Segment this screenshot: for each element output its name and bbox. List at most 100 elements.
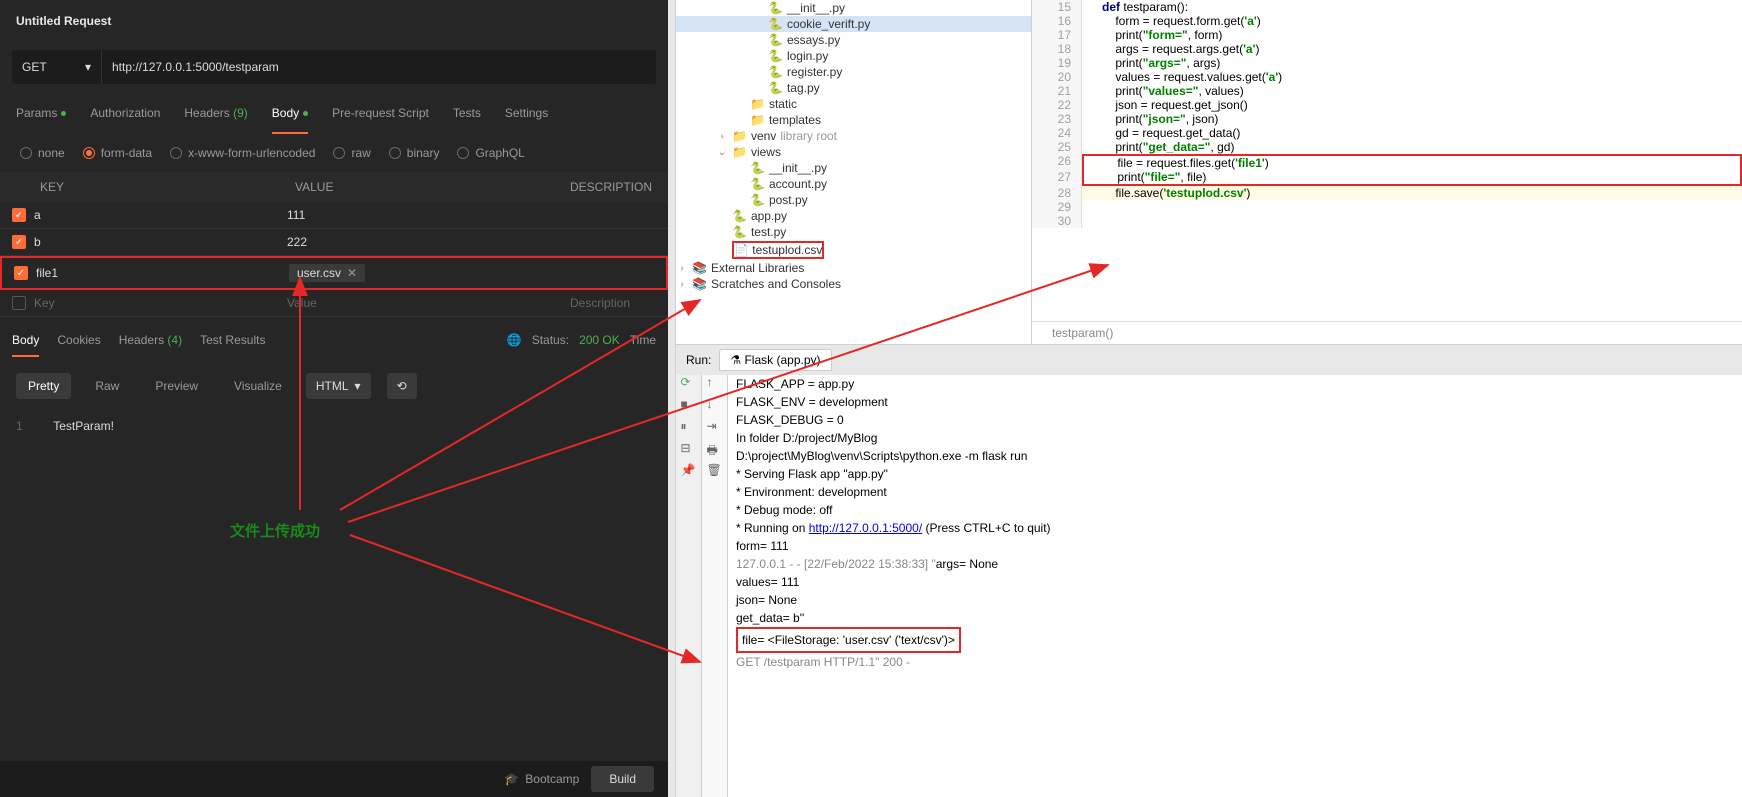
code-line: 26 file = request.files.get('file1') <box>1032 154 1742 170</box>
pin-icon[interactable]: 📌 <box>681 463 697 479</box>
remove-file-icon[interactable]: ✕ <box>347 266 357 280</box>
kv-value-file[interactable]: user.csv✕ <box>289 264 564 282</box>
code-line: 20 values = request.values.get('a') <box>1032 70 1742 84</box>
tab-body[interactable]: Body <box>272 106 308 120</box>
ide-panel: 🐍 __init__.py🐍 cookie_verift.py🐍 essays.… <box>668 0 1742 797</box>
radio-urlencoded[interactable]: x-www-form-urlencoded <box>170 146 315 160</box>
tab-authorization[interactable]: Authorization <box>90 106 160 120</box>
kv-row[interactable]: ✓ b 222 <box>0 229 668 256</box>
tree-item[interactable]: 🐍 account.py <box>676 176 1031 192</box>
tree-item[interactable]: ›📚 External Libraries <box>676 260 1031 276</box>
method-select[interactable]: GET▾ <box>12 50 102 84</box>
folder-icon: 📁 <box>750 97 765 111</box>
tree-item[interactable]: ›📁 venv library root <box>676 128 1031 144</box>
tab-params[interactable]: Params <box>16 106 66 120</box>
url-input[interactable]: http://127.0.0.1:5000/testparam <box>102 50 656 84</box>
radio-none[interactable]: none <box>20 146 65 160</box>
radio-graphql[interactable]: GraphQL <box>457 146 524 160</box>
fmt-pretty[interactable]: Pretty <box>16 373 71 399</box>
tree-item[interactable]: 🐍 essays.py <box>676 32 1031 48</box>
wrap-toggle-icon[interactable]: ⟲ <box>387 373 417 399</box>
fmt-lang-select[interactable]: HTML ▾ <box>306 373 371 399</box>
kv-row-file[interactable]: ✓ file1 user.csv✕ <box>0 256 668 290</box>
pause-icon[interactable]: ⏸ <box>681 419 697 435</box>
expand-icon[interactable]: › <box>716 131 728 142</box>
up-icon[interactable]: ↑ <box>707 375 723 391</box>
kv-value-placeholder[interactable]: Value <box>287 296 562 310</box>
tab-settings[interactable]: Settings <box>505 106 548 120</box>
fmt-preview[interactable]: Preview <box>143 373 210 399</box>
tree-item[interactable]: 📁 static <box>676 96 1031 112</box>
radio-raw[interactable]: raw <box>333 146 370 160</box>
down-icon[interactable]: ↓ <box>707 397 723 413</box>
exit-icon[interactable]: ⊟ <box>681 441 697 457</box>
python-file-icon: 🐍 <box>750 161 765 175</box>
resp-tab-body[interactable]: Body <box>12 333 39 347</box>
tree-item[interactable]: 🐍 tag.py <box>676 80 1031 96</box>
expand-icon[interactable]: ⌄ <box>716 147 728 158</box>
tab-headers[interactable]: Headers (9) <box>184 106 247 120</box>
tree-item[interactable]: 🐍 __init__.py <box>676 160 1031 176</box>
console-line: * Running on http://127.0.0.1:5000/ (Pre… <box>736 519 1734 537</box>
checkbox-icon[interactable]: ✓ <box>12 235 26 249</box>
tree-item[interactable]: 📄 testuplod.csv <box>676 240 1031 260</box>
tab-tests[interactable]: Tests <box>453 106 481 120</box>
breadcrumb[interactable]: testparam() <box>1032 321 1742 344</box>
kv-key[interactable]: a <box>34 208 287 222</box>
checkbox-icon[interactable]: ✓ <box>14 266 28 280</box>
resp-tab-test[interactable]: Test Results <box>200 333 265 347</box>
console-line: 127.0.0.1 - - [22/Feb/2022 15:38:33] "ar… <box>736 555 1734 573</box>
fmt-raw[interactable]: Raw <box>83 373 131 399</box>
tree-item[interactable]: ›📚 Scratches and Consoles <box>676 276 1031 292</box>
kv-value[interactable]: 222 <box>287 235 562 249</box>
kv-key[interactable]: b <box>34 235 287 249</box>
kv-row-empty[interactable]: Key Value Description <box>0 290 668 317</box>
resp-tab-cookies[interactable]: Cookies <box>57 333 100 347</box>
tree-item[interactable]: 🐍 register.py <box>676 64 1031 80</box>
expand-icon[interactable]: › <box>676 279 688 290</box>
tree-item[interactable]: 🐍 post.py <box>676 192 1031 208</box>
expand-icon[interactable]: › <box>676 263 688 274</box>
rerun-icon[interactable]: ⟳ <box>681 375 697 391</box>
bootcamp-button[interactable]: 🎓Bootcamp <box>504 772 579 786</box>
checkbox-icon[interactable]: ✓ <box>12 208 26 222</box>
print-icon[interactable]: 🖶 <box>707 441 723 457</box>
console-output[interactable]: FLASK_APP = app.pyFLASK_ENV = developmen… <box>728 345 1742 797</box>
tree-item[interactable]: 🐍 login.py <box>676 48 1031 64</box>
globe-icon[interactable]: 🌐 <box>507 333 522 347</box>
run-label: Run: <box>686 353 711 367</box>
radio-formdata[interactable]: form-data <box>83 146 152 160</box>
radio-binary[interactable]: binary <box>389 146 440 160</box>
kv-row[interactable]: ✓ a 111 <box>0 202 668 229</box>
kv-key[interactable]: file1 <box>36 266 289 280</box>
run-panel: Run: ⚗ Flask (app.py) ⟳ ■ ⏸ ⊟ 📌 ↑ ↓ ⇥ 🖶 … <box>676 344 1742 797</box>
project-tree[interactable]: 🐍 __init__.py🐍 cookie_verift.py🐍 essays.… <box>676 0 1032 344</box>
url-link[interactable]: http://127.0.0.1:5000/ <box>809 521 922 535</box>
code-line: 19 print("args=", args) <box>1032 56 1742 70</box>
code-editor[interactable]: 15def testparam():16 form = request.form… <box>1032 0 1742 321</box>
tab-prerequest[interactable]: Pre-request Script <box>332 106 429 120</box>
resp-tab-headers[interactable]: Headers (4) <box>119 333 182 347</box>
softwrap-icon[interactable]: ⇥ <box>707 419 723 435</box>
tree-item[interactable]: ⌄📁 views <box>676 144 1031 160</box>
tree-item[interactable]: 🐍 app.py <box>676 208 1031 224</box>
tree-item[interactable]: 🐍 __init__.py <box>676 0 1031 16</box>
checkbox-icon[interactable] <box>12 296 26 310</box>
csv-file-icon: 📄 <box>734 243 749 257</box>
kv-value[interactable]: 111 <box>287 208 562 222</box>
python-file-icon: 🐍 <box>768 49 783 63</box>
tree-item[interactable]: 🐍 test.py <box>676 224 1031 240</box>
kv-key-placeholder[interactable]: Key <box>34 296 287 310</box>
code-line: 15def testparam(): <box>1032 0 1742 14</box>
console-line: GET /testparam HTTP/1.1" 200 - <box>736 653 1734 671</box>
tree-item[interactable]: 📁 templates <box>676 112 1031 128</box>
run-config-tab[interactable]: ⚗ Flask (app.py) <box>719 349 831 371</box>
clear-icon[interactable]: 🗑 <box>707 463 723 479</box>
build-button[interactable]: Build <box>591 766 654 792</box>
tree-item[interactable]: 🐍 cookie_verift.py <box>676 16 1031 32</box>
fmt-visualize[interactable]: Visualize <box>222 373 294 399</box>
console-line: values= 111 <box>736 573 1734 591</box>
console-line: json= None <box>736 591 1734 609</box>
kv-desc-placeholder[interactable]: Description <box>562 296 656 310</box>
stop-icon[interactable]: ■ <box>681 397 697 413</box>
